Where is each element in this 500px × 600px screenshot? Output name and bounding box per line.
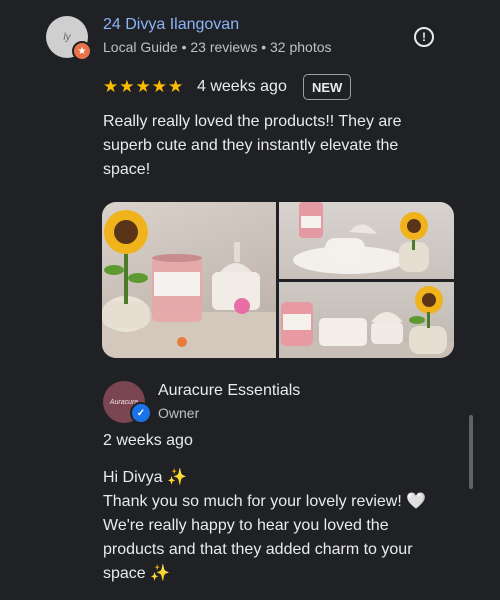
review-photo-gift-set[interactable]	[279, 282, 454, 358]
reply-greeting: Hi Divya ✨	[103, 469, 187, 486]
star-rating: ★★★★★	[103, 77, 185, 96]
review-time: 4 weeks ago	[197, 78, 287, 95]
review-photos	[102, 202, 454, 358]
owner-role: Owner	[158, 405, 200, 421]
review-text: Really really loved the products!! They …	[103, 113, 402, 178]
reply-message: Thank you so much for your lovely review…	[103, 493, 427, 582]
scrollbar[interactable]	[469, 415, 473, 489]
report-icon[interactable]: !	[414, 27, 434, 47]
new-badge: NEW	[303, 74, 352, 100]
review-photo-trinket-tray[interactable]	[279, 202, 454, 279]
verified-check-icon: ✓	[130, 402, 152, 424]
reply-time: 2 weeks ago	[103, 432, 193, 449]
owner-reply: Hi Divya ✨ Thank you so much for your lo…	[103, 466, 453, 586]
reviewer-avatar-text: ly	[63, 31, 71, 43]
local-guide-star-icon: ★	[72, 41, 92, 61]
reviewer-name[interactable]: 24 Divya Ilangovan	[103, 16, 239, 34]
photo-illustration	[279, 286, 454, 358]
review-photo-candle-sunflower[interactable]	[102, 202, 276, 358]
photo-illustration	[102, 210, 276, 358]
photo-illustration	[293, 202, 429, 274]
owner-name: Auracure Essentials	[158, 382, 301, 399]
reviewer-meta: Local Guide • 23 reviews • 32 photos	[103, 39, 332, 55]
